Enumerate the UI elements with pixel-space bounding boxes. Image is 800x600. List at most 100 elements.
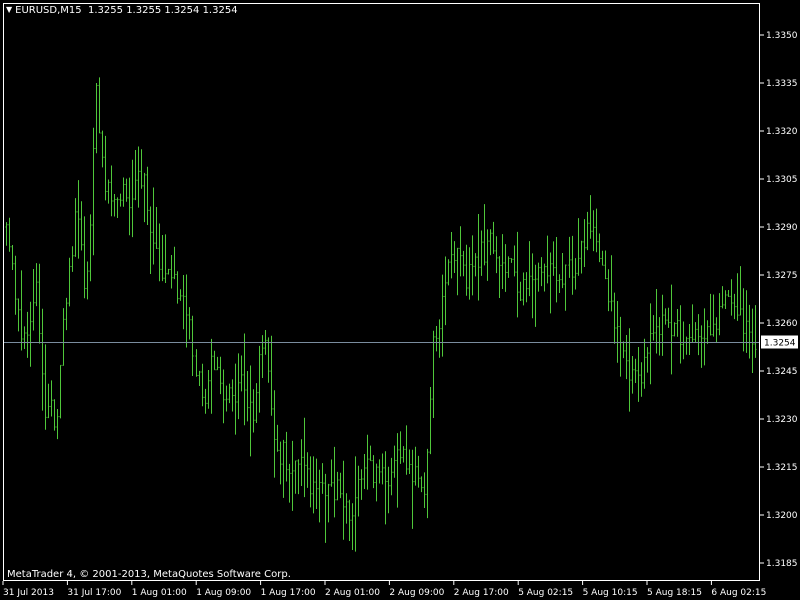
ohlc-bar: [423, 472, 426, 508]
ohlc-bar: [5, 222, 8, 246]
ohlc-bar: [381, 453, 384, 485]
ohlc-bar: [432, 330, 435, 419]
ohlc-bar: [363, 453, 366, 489]
ohlc-bar: [261, 335, 264, 378]
ohlc-bar: [321, 463, 324, 494]
ohlc-bar: [291, 440, 294, 511]
ohlc-bar: [640, 362, 643, 397]
ohlc-bar: [276, 424, 279, 452]
ohlc-bar: [122, 177, 125, 207]
ohlc-bar: [486, 229, 489, 281]
ohlc-bar: [143, 172, 146, 223]
ohlc-bar: [29, 301, 32, 367]
dropdown-triangle-icon[interactable]: ▼: [6, 3, 12, 16]
ohlc-bar: [240, 355, 243, 392]
ohlc-bar: [71, 246, 74, 272]
ohlc-bar: [724, 290, 727, 309]
ohlc-bar: [68, 257, 71, 307]
ohlc-bar: [89, 214, 92, 282]
ohlc-bar: [574, 258, 577, 290]
ohlc-bar: [676, 308, 679, 337]
ohlc-bar: [459, 226, 462, 277]
ohlc-bar: [170, 255, 173, 289]
ohlc-bar: [411, 449, 414, 529]
ohlc-bar: [273, 390, 276, 478]
ohlc-bar: [715, 317, 718, 343]
ohlc-bar: [483, 204, 486, 266]
ohlc-bar: [694, 322, 697, 343]
ohlc-bar: [598, 233, 601, 263]
ohlc-bar: [477, 214, 480, 301]
ohlc-bar: [56, 408, 59, 440]
ohlc-bar: [435, 325, 438, 352]
ohlc-bar: [246, 371, 249, 422]
ohlc-bar: [564, 264, 567, 311]
ohlc-bar: [83, 216, 86, 299]
ohlc-bar: [303, 417, 306, 498]
ohlc-bar: [327, 483, 330, 523]
time-tick-label: 1 Aug 17:00: [261, 588, 316, 598]
ohlc-bar: [414, 446, 417, 486]
ohlc-bar: [727, 289, 730, 297]
ohlc-bar: [540, 257, 543, 287]
time-tick-label: 2 Aug 09:00: [389, 588, 444, 598]
ohlc-bar: [378, 459, 381, 484]
ohlc-bar: [438, 319, 441, 358]
ohlc-bar: [625, 335, 628, 380]
ohlc-bar: [655, 289, 658, 354]
ohlc-bar: [568, 236, 571, 278]
time-tick-label: 31 Jul 17:00: [67, 588, 121, 598]
ohlc-bar: [718, 293, 721, 336]
ohlc-bar: [179, 289, 182, 301]
ohlc-bar: [306, 452, 309, 488]
ohlc-bar: [610, 255, 613, 312]
ohlc-bar: [447, 259, 450, 286]
ohlc-bar: [339, 472, 342, 499]
chart-plot[interactable]: 1.3350 1.3335 1.3320 1.3305 1.3290 1.3275 1.32…: [0, 0, 800, 600]
ohlc-bar: [673, 322, 676, 337]
ohlc-close: 1.3254: [202, 5, 238, 16]
ohlc-bar: [712, 294, 715, 337]
chart-window[interactable]: 1.3350 1.3335 1.3320 1.3305 1.3290 1.3275 1.32…: [0, 0, 800, 600]
ohlc-bar: [222, 369, 225, 424]
ohlc-bar: [119, 193, 122, 207]
ohlc-bar: [95, 83, 98, 154]
ohlc-bar: [552, 241, 555, 276]
ohlc-bar: [384, 451, 387, 525]
ohlc-bar: [158, 223, 161, 282]
ohlc-bar: [688, 324, 691, 355]
ohlc-bar: [555, 236, 558, 303]
ohlc-bar: [649, 303, 652, 385]
ohlc-bar: [17, 298, 20, 332]
plot-border: [3, 3, 760, 581]
time-tick-label: 5 Aug 02:15: [518, 588, 573, 598]
ohlc-bar: [255, 383, 258, 424]
ohlc-bar: [294, 460, 297, 494]
bid-price-text: 1.3254: [764, 339, 796, 349]
ohlc-bar: [86, 261, 89, 300]
ohlc-bar: [140, 149, 143, 189]
ohlc-bar: [354, 456, 357, 552]
ohlc-bar: [195, 349, 198, 377]
ohlc-bar: [628, 328, 631, 412]
ohlc-bar: [577, 218, 580, 276]
ohlc-bar: [210, 338, 213, 414]
ohlc-bar: [155, 206, 158, 249]
ohlc-bar: [44, 344, 47, 430]
ohlc-bar: [531, 253, 534, 319]
ohlc-bar: [516, 231, 519, 318]
ohlc-bar: [50, 380, 53, 417]
ohlc-bar: [471, 235, 474, 296]
ohlc-bar: [300, 439, 303, 487]
ohlc-bar: [697, 314, 700, 356]
ohlc-bar: [348, 499, 351, 542]
ohlc-bar: [312, 456, 315, 514]
ohlc-bar: [113, 193, 116, 217]
ohlc-high: 1.3255: [126, 5, 162, 16]
ohlc-bar: [441, 274, 444, 357]
ohlc-bar: [107, 179, 110, 204]
ohlc-bar: [125, 178, 128, 202]
ohlc-bar: [47, 383, 50, 419]
ohlc-bar: [534, 264, 537, 327]
ohlc-bar: [204, 388, 207, 414]
